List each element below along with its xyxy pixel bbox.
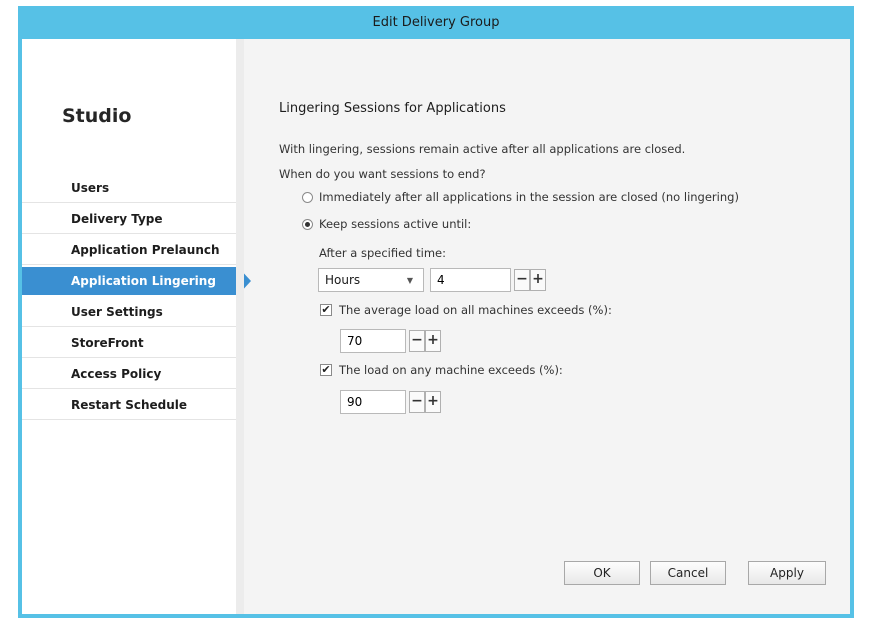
time-label: After a specified time: (319, 246, 446, 260)
sidebar-item-label: Delivery Type (71, 212, 163, 226)
dialog-client-area: Studio Users Delivery Type Application P… (22, 39, 850, 614)
sidebar-item-label: Application Prelaunch (71, 243, 220, 257)
main-content: Lingering Sessions for Applications With… (244, 39, 850, 614)
time-increment-button[interactable]: + (530, 269, 546, 291)
sidebar: Studio Users Delivery Type Application P… (22, 39, 251, 614)
sidebar-title: Studio (62, 105, 132, 127)
sidebar-divider (236, 39, 244, 614)
time-unit-select[interactable]: Hours ▼ (318, 268, 424, 292)
average-load-increment-button[interactable]: + (425, 330, 441, 352)
sidebar-item-user-settings[interactable]: User Settings (22, 298, 236, 327)
cancel-button[interactable]: Cancel (650, 561, 726, 585)
any-load-decrement-button[interactable]: − (409, 391, 425, 413)
average-load-label[interactable]: The average load on all machines exceeds… (339, 303, 612, 317)
sidebar-item-users[interactable]: Users (22, 174, 236, 203)
sidebar-item-application-lingering[interactable]: Application Lingering (22, 267, 251, 295)
sidebar-item-access-policy[interactable]: Access Policy (22, 360, 236, 389)
sidebar-item-delivery-type[interactable]: Delivery Type (22, 205, 236, 234)
sidebar-item-storefront[interactable]: StoreFront (22, 329, 236, 358)
any-load-input[interactable] (340, 390, 406, 414)
sidebar-item-label: StoreFront (71, 336, 144, 350)
any-load-increment-button[interactable]: + (425, 391, 441, 413)
sidebar-item-label: User Settings (71, 305, 163, 319)
average-load-checkbox[interactable]: ✔ (320, 304, 332, 316)
sidebar-item-label: Application Lingering (71, 274, 216, 288)
sidebar-item-application-prelaunch[interactable]: Application Prelaunch (22, 236, 236, 265)
description-text: With lingering, sessions remain active a… (279, 142, 686, 156)
radio-keep-active[interactable] (302, 219, 313, 230)
apply-button[interactable]: Apply (748, 561, 826, 585)
radio-immediately-label[interactable]: Immediately after all applications in th… (319, 190, 739, 204)
window-title: Edit Delivery Group (372, 15, 500, 30)
time-value-input[interactable] (430, 268, 511, 292)
sidebar-item-label: Users (71, 181, 110, 195)
radio-immediately[interactable] (302, 192, 313, 203)
any-load-checkbox[interactable]: ✔ (320, 364, 332, 376)
time-unit-value: Hours (325, 273, 361, 287)
ok-button[interactable]: OK (564, 561, 640, 585)
chevron-down-icon: ▼ (406, 276, 413, 285)
time-decrement-button[interactable]: − (514, 269, 530, 291)
page-title: Lingering Sessions for Applications (279, 101, 506, 116)
any-load-label[interactable]: The load on any machine exceeds (%): (339, 363, 563, 377)
dialog-window: Edit Delivery Group Studio Users Deliver… (18, 6, 854, 618)
radio-keep-active-label[interactable]: Keep sessions active until: (319, 217, 471, 231)
question-text: When do you want sessions to end? (279, 167, 486, 181)
sidebar-item-label: Access Policy (71, 367, 162, 381)
average-load-input[interactable] (340, 329, 406, 353)
average-load-decrement-button[interactable]: − (409, 330, 425, 352)
sidebar-item-restart-schedule[interactable]: Restart Schedule (22, 391, 236, 420)
sidebar-item-label: Restart Schedule (71, 398, 188, 412)
